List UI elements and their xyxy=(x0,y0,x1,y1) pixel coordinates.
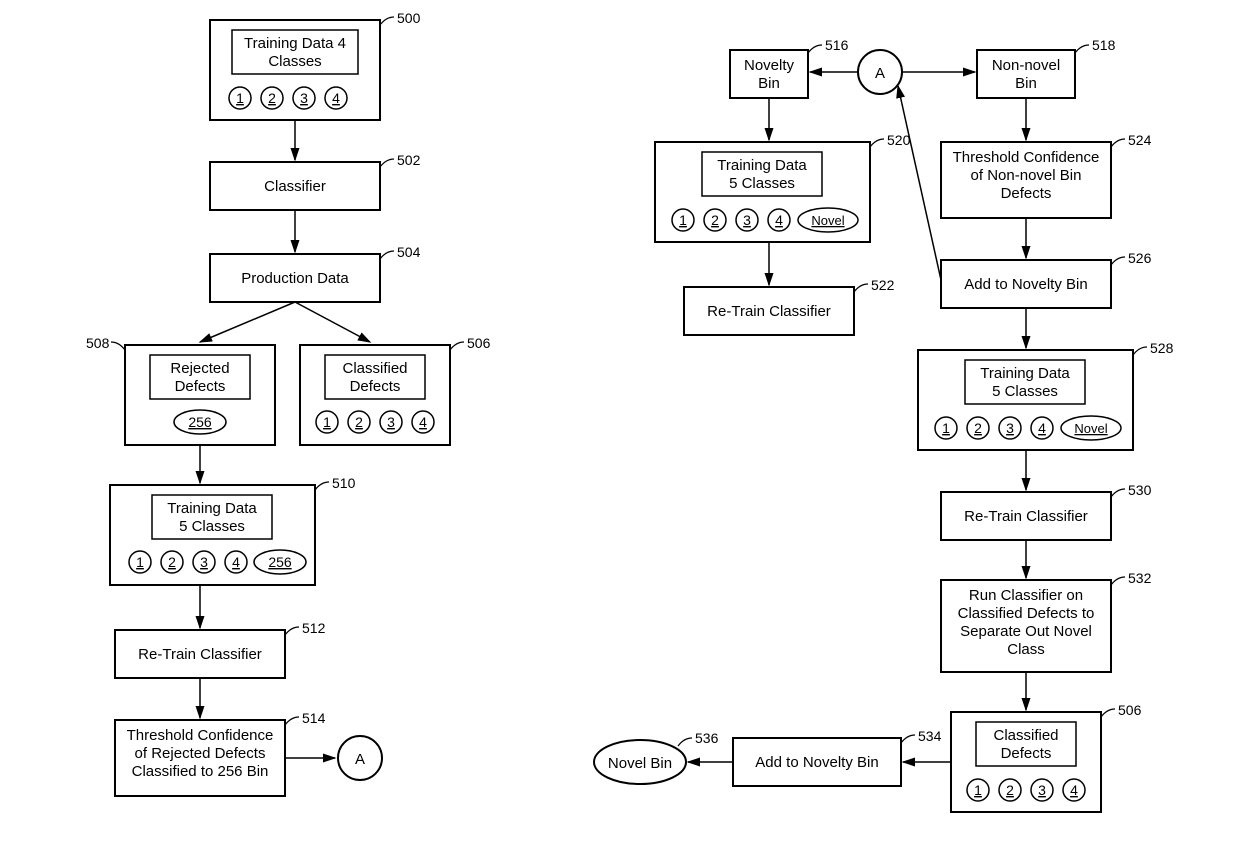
svg-text:3: 3 xyxy=(1038,782,1046,798)
svg-text:Threshold Confidence: Threshold Confidence xyxy=(953,149,1100,166)
svg-text:4: 4 xyxy=(419,414,427,430)
svg-text:A: A xyxy=(875,65,885,82)
svg-text:Bin: Bin xyxy=(1015,75,1037,92)
svg-text:Novel: Novel xyxy=(811,213,844,228)
ref-530: 530 xyxy=(1128,482,1152,498)
ref-506: 506 xyxy=(467,335,491,351)
svg-text:Novel: Novel xyxy=(1074,421,1107,436)
svg-text:Run Classifier on: Run Classifier on xyxy=(969,587,1083,604)
svg-text:Training Data: Training Data xyxy=(717,157,807,174)
svg-text:Defects: Defects xyxy=(175,378,226,395)
svg-text:Non-novel: Non-novel xyxy=(992,57,1060,74)
ref-536: 536 xyxy=(695,730,719,746)
svg-text:1: 1 xyxy=(136,554,144,570)
node-classified-defects-bottom: Classified Defects 1 2 3 4 xyxy=(951,712,1101,812)
svg-text:256: 256 xyxy=(188,414,212,430)
ref-526: 526 xyxy=(1128,250,1152,266)
ref-508: 508 xyxy=(86,335,110,351)
svg-text:Threshold Confidence: Threshold Confidence xyxy=(127,727,274,744)
ref-510: 510 xyxy=(332,475,356,491)
ref-516: 516 xyxy=(825,37,849,53)
ref-500: 500 xyxy=(397,10,421,26)
ref-520: 520 xyxy=(887,132,911,148)
svg-text:3: 3 xyxy=(387,414,395,430)
svg-text:Rejected: Rejected xyxy=(170,360,229,377)
svg-text:2: 2 xyxy=(711,212,719,228)
svg-text:2: 2 xyxy=(168,554,176,570)
ref-532: 532 xyxy=(1128,570,1152,586)
svg-text:Class: Class xyxy=(1007,641,1045,658)
svg-text:4: 4 xyxy=(232,554,240,570)
svg-text:1: 1 xyxy=(323,414,331,430)
node-training-5-novel-528: Training Data 5 Classes 1 2 3 4 Novel xyxy=(918,350,1133,450)
svg-text:Add to Novelty Bin: Add to Novelty Bin xyxy=(964,276,1087,293)
ref-518: 518 xyxy=(1092,37,1116,53)
class-1: 1 xyxy=(236,90,244,106)
svg-text:Classified: Classified xyxy=(342,360,407,377)
svg-text:Classified to 256 Bin: Classified to 256 Bin xyxy=(132,763,269,780)
svg-text:3: 3 xyxy=(200,554,208,570)
svg-text:5 Classes: 5 Classes xyxy=(992,383,1058,400)
svg-text:4: 4 xyxy=(775,212,783,228)
svg-text:2: 2 xyxy=(355,414,363,430)
svg-text:Classified: Classified xyxy=(993,727,1058,744)
svg-text:Defects: Defects xyxy=(1001,745,1052,762)
label-production: Production Data xyxy=(241,270,349,287)
svg-text:Novelty: Novelty xyxy=(744,57,795,74)
node-classified-defects: Classified Defects 1 2 3 4 xyxy=(300,345,450,445)
svg-text:4: 4 xyxy=(1038,420,1046,436)
svg-text:4: 4 xyxy=(1070,782,1078,798)
svg-text:Re-Train Classifier: Re-Train Classifier xyxy=(707,303,831,320)
svg-text:2: 2 xyxy=(974,420,982,436)
svg-text:3: 3 xyxy=(743,212,751,228)
svg-text:Add to Novelty Bin: Add to Novelty Bin xyxy=(755,754,878,771)
ref-524: 524 xyxy=(1128,132,1152,148)
class-2: 2 xyxy=(268,90,276,106)
svg-text:A: A xyxy=(355,751,365,768)
label: Training Data 4 xyxy=(244,35,346,52)
svg-text:5 Classes: 5 Classes xyxy=(179,518,245,535)
svg-text:of Rejected Defects: of Rejected Defects xyxy=(135,745,266,762)
node-training-5-novel-520: Training Data 5 Classes 1 2 3 4 Novel xyxy=(655,142,870,242)
flowchart-diagram: Training Data 4 Classes 1 2 3 4 500 Clas… xyxy=(0,0,1240,848)
class-3: 3 xyxy=(300,90,308,106)
svg-text:2: 2 xyxy=(1006,782,1014,798)
svg-text:Training Data: Training Data xyxy=(980,365,1070,382)
label: Classes xyxy=(268,53,321,70)
label-classifier: Classifier xyxy=(264,178,326,195)
ref-528: 528 xyxy=(1150,340,1174,356)
ref-514: 514 xyxy=(302,710,326,726)
svg-text:3: 3 xyxy=(1006,420,1014,436)
svg-text:Re-Train Classifier: Re-Train Classifier xyxy=(138,646,262,663)
svg-text:Classified Defects to: Classified Defects to xyxy=(958,605,1095,622)
node-training-data-4: Training Data 4 Classes 1 2 3 4 xyxy=(210,20,380,120)
class-4: 4 xyxy=(332,90,340,106)
svg-text:Defects: Defects xyxy=(1001,185,1052,202)
ref-534: 534 xyxy=(918,728,942,744)
svg-text:1: 1 xyxy=(974,782,982,798)
ref-506b: 506 xyxy=(1118,702,1142,718)
svg-text:Separate Out Novel: Separate Out Novel xyxy=(960,623,1092,640)
svg-text:Training Data: Training Data xyxy=(167,500,257,517)
node-rejected-defects: Rejected Defects 256 xyxy=(125,345,275,445)
svg-text:Bin: Bin xyxy=(758,75,780,92)
ref-522: 522 xyxy=(871,277,895,293)
ref-512: 512 xyxy=(302,620,326,636)
ref-502: 502 xyxy=(397,152,421,168)
svg-text:Novel Bin: Novel Bin xyxy=(608,755,672,772)
svg-text:5 Classes: 5 Classes xyxy=(729,175,795,192)
svg-text:256: 256 xyxy=(268,554,292,570)
svg-text:of Non-novel Bin: of Non-novel Bin xyxy=(971,167,1082,184)
node-training-5-256: Training Data 5 Classes 1 2 3 4 256 xyxy=(110,485,315,585)
svg-text:1: 1 xyxy=(679,212,687,228)
svg-text:1: 1 xyxy=(942,420,950,436)
ref-504: 504 xyxy=(397,244,421,260)
svg-text:Re-Train Classifier: Re-Train Classifier xyxy=(964,508,1088,525)
svg-text:Defects: Defects xyxy=(350,378,401,395)
